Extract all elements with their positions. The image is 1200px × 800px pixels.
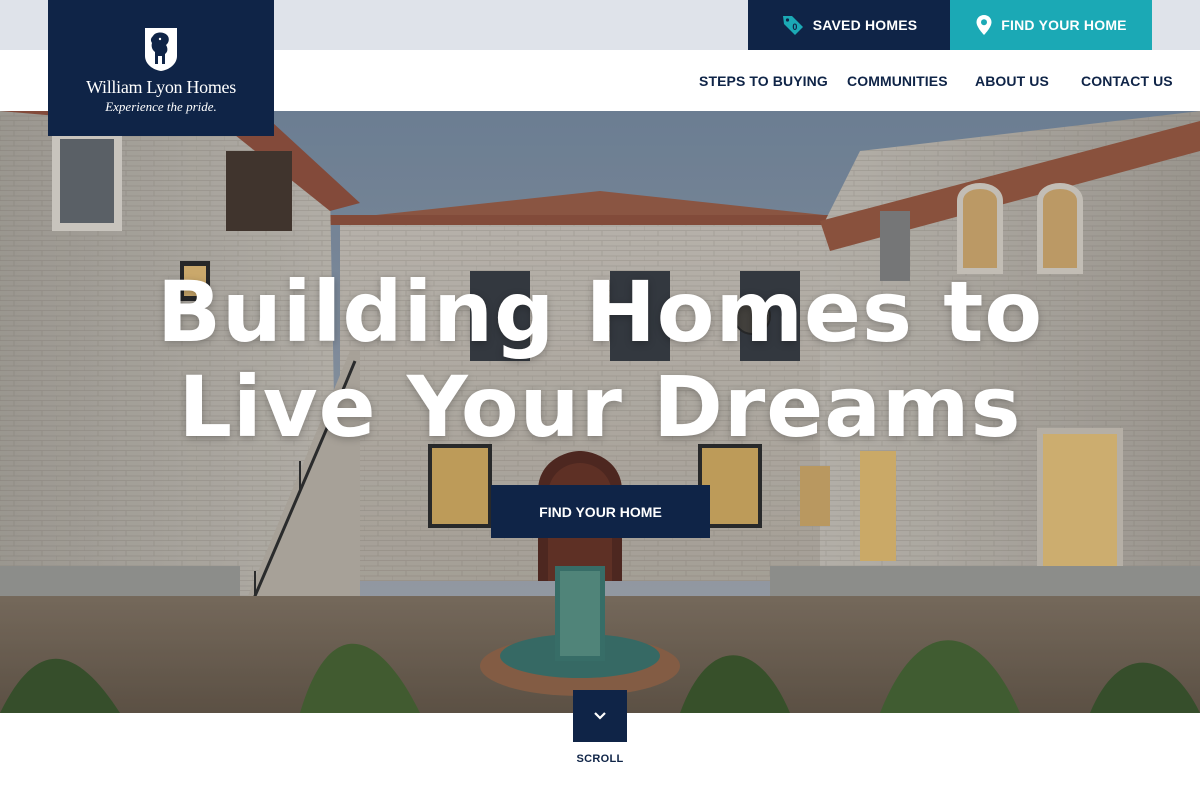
scroll-label: SCROLL <box>576 753 624 765</box>
map-pin-icon <box>976 15 992 35</box>
tag-icon: 0 <box>782 16 803 35</box>
saved-homes-label: SAVED HOMES <box>812 17 918 33</box>
nav-item-communities[interactable]: COMMUNITIES <box>847 50 948 111</box>
find-your-home-top-label: FIND YOUR HOME <box>1001 17 1127 33</box>
saved-homes-count: 0 <box>792 22 797 32</box>
hero-title: Building Homes to Live Your Dreams <box>0 265 1200 455</box>
lion-icon <box>145 28 177 71</box>
hero-title-line-1: Building Homes to <box>156 263 1044 361</box>
find-your-home-top-button[interactable]: FIND YOUR HOME <box>950 0 1152 50</box>
brand-logo[interactable]: William Lyon Homes Experience the pride. <box>48 0 274 136</box>
brand-name: William Lyon Homes <box>86 77 236 97</box>
nav-item-contact-us[interactable]: CONTACT US <box>1081 50 1173 111</box>
chevron-down-icon <box>594 712 606 720</box>
hero-title-line-2: Live Your Dreams <box>178 358 1022 456</box>
nav-item-steps-to-buying[interactable]: STEPS TO BUYING <box>699 50 828 111</box>
brand-tagline: Experience the pride. <box>105 99 217 114</box>
nav-item-about-us[interactable]: ABOUT US <box>975 50 1049 111</box>
find-your-home-hero-button[interactable]: FIND YOUR HOME <box>491 485 710 538</box>
scroll-down-button[interactable] <box>573 690 627 742</box>
saved-homes-button[interactable]: 0 SAVED HOMES <box>748 0 950 50</box>
hero-section: Building Homes to Live Your Dreams FIND … <box>0 111 1200 713</box>
